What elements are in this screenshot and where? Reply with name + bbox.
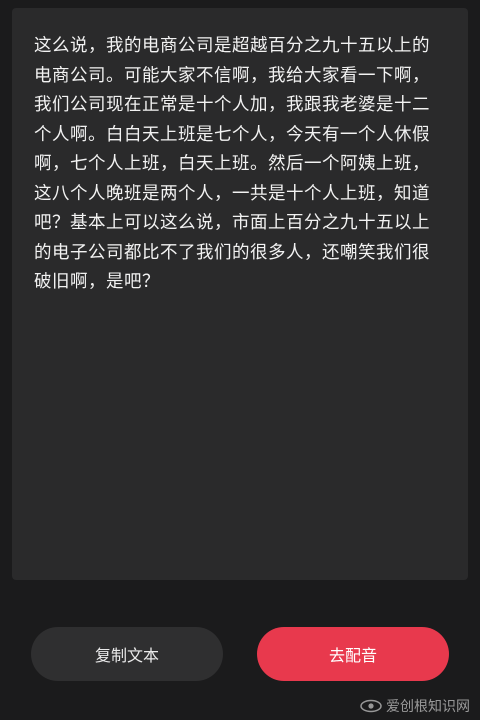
copy-text-button-label: 复制文本 [94,646,159,665]
transcript-panel[interactable]: 这么说，我的电商公司是超越百分之九十五以上的电商公司。可能大家不信啊，我给大家看… [12,8,468,580]
go-dub-button[interactable]: 去配音 [257,627,449,681]
watermark-text: 爱创根知识网 [386,699,470,715]
copy-text-button[interactable]: 复制文本 [31,627,223,681]
go-dub-button-label: 去配音 [328,646,377,665]
screen: 这么说，我的电商公司是超越百分之九十五以上的电商公司。可能大家不信啊，我给大家看… [0,0,480,720]
watermark: 爱创根知识网 [360,696,470,716]
eye-logo-icon [360,699,382,713]
transcript-text: 这么说，我的电商公司是超越百分之九十五以上的电商公司。可能大家不信啊，我给大家看… [34,36,430,292]
